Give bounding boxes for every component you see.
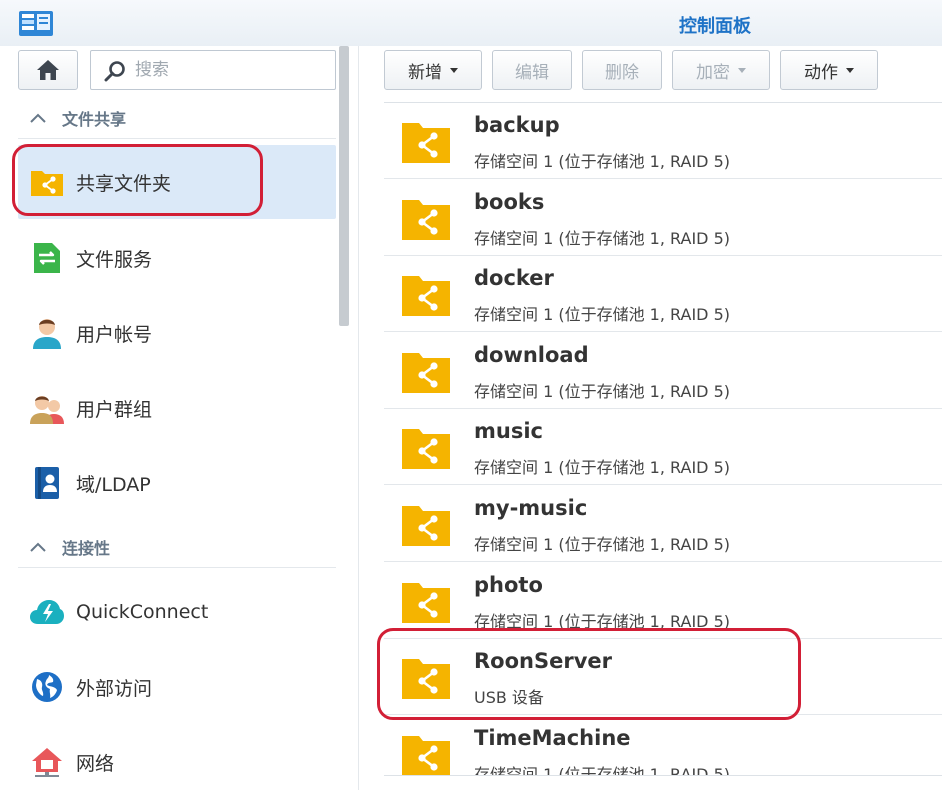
folder-name: backup (474, 113, 560, 137)
chevron-up-icon (30, 113, 46, 123)
folder-row-music[interactable]: music 存储空间 1 (位于存储池 1, RAID 5) (384, 409, 942, 485)
folder-name: books (474, 190, 545, 214)
folder-name: music (474, 419, 543, 443)
folder-name: docker (474, 266, 554, 290)
edit-button-label: 编辑 (515, 62, 549, 83)
folder-name: photo (474, 573, 543, 597)
folder-name: TimeMachine (474, 726, 631, 750)
dropdown-caret-icon (450, 67, 458, 73)
section-file-sharing[interactable]: 文件共享 (18, 98, 336, 138)
sidebar-item-file-services[interactable]: 文件服务 (18, 221, 336, 295)
user-icon (33, 319, 61, 349)
folder-location: 存储空间 1 (位于存储池 1, RAID 5) (474, 152, 730, 171)
folder-name: download (474, 343, 589, 367)
sidebar-item-network[interactable]: 网络 (18, 725, 336, 790)
folder-row-my-music[interactable]: my-music 存储空间 1 (位于存储池 1, RAID 5) (384, 486, 942, 562)
dropdown-caret-icon (738, 67, 746, 73)
shared-folder-icon (402, 429, 450, 469)
encrypt-button-label: 加密 (696, 62, 730, 83)
folder-row-books[interactable]: books 存储空间 1 (位于存储池 1, RAID 5) (384, 180, 942, 256)
search-box[interactable] (90, 50, 336, 90)
create-button-label: 新增 (408, 62, 442, 83)
section-connectivity[interactable]: 连接性 (18, 527, 336, 567)
sidebar-item-label: 网络 (76, 752, 115, 775)
home-icon (37, 60, 59, 80)
globe-icon (32, 672, 62, 702)
delete-button-label: 删除 (605, 62, 639, 83)
divider (18, 138, 336, 139)
section-label: 文件共享 (62, 110, 127, 129)
sidebar: 文件共享 共享文件夹 文件服务 用户帐号 (0, 46, 352, 790)
sidebar-item-label: 用户群组 (76, 398, 153, 421)
delete-button[interactable]: 删除 (582, 50, 662, 90)
search-input[interactable] (135, 56, 325, 84)
folder-location: 存储空间 1 (位于存储池 1, RAID 5) (474, 229, 730, 248)
sidebar-item-quickconnect[interactable]: QuickConnect (18, 575, 336, 649)
sidebar-item-label: 文件服务 (76, 248, 153, 271)
folder-row-timemachine[interactable]: TimeMachine 存储空间 1 (位于存储池 1, RAID 5) (384, 716, 942, 775)
sidebar-item-external-access[interactable]: 外部访问 (18, 650, 336, 724)
edit-button[interactable]: 编辑 (492, 50, 572, 90)
folder-row-roonserver[interactable]: RoonServer USB 设备 (384, 639, 942, 715)
folder-name: RoonServer (474, 649, 612, 673)
shared-folder-icon (31, 171, 63, 196)
control-panel-app-icon (19, 11, 53, 36)
sidebar-item-shared-folder[interactable]: 共享文件夹 (18, 145, 336, 219)
shared-folder-icon (402, 123, 450, 163)
sidebar-item-label: 共享文件夹 (76, 172, 172, 195)
shared-folder-icon (402, 506, 450, 546)
folder-row-backup[interactable]: backup 存储空间 1 (位于存储池 1, RAID 5) (384, 103, 942, 179)
sidebar-item-label: 域/LDAP (76, 473, 151, 496)
file-services-icon (34, 243, 60, 273)
window-title: 控制面板 (679, 16, 751, 37)
search-icon (104, 61, 125, 82)
folder-location: 存储空间 1 (位于存储池 1, RAID 5) (474, 612, 730, 631)
folder-row-photo[interactable]: photo 存储空间 1 (位于存储池 1, RAID 5) (384, 563, 942, 639)
shared-folder-list: backup 存储空间 1 (位于存储池 1, RAID 5) books 存储… (384, 103, 942, 775)
dropdown-caret-icon (846, 67, 854, 73)
divider (18, 567, 336, 568)
quickconnect-icon (30, 600, 64, 624)
shared-folder-icon (402, 353, 450, 393)
group-icon (30, 396, 64, 424)
folder-name: my-music (474, 496, 588, 520)
folder-location: 存储空间 1 (位于存储池 1, RAID 5) (474, 458, 730, 477)
folder-row-docker[interactable]: docker 存储空间 1 (位于存储池 1, RAID 5) (384, 256, 942, 332)
sidebar-item-user[interactable]: 用户帐号 (18, 296, 336, 370)
home-button[interactable] (18, 50, 78, 90)
shared-folder-icon (402, 736, 450, 775)
folder-location: 存储空间 1 (位于存储池 1, RAID 5) (474, 382, 730, 401)
shared-folder-icon (402, 659, 450, 699)
folder-location: 存储空间 1 (位于存储池 1, RAID 5) (474, 305, 730, 324)
folder-row-download[interactable]: download 存储空间 1 (位于存储池 1, RAID 5) (384, 333, 942, 409)
folder-location: USB 设备 (474, 688, 544, 707)
sidebar-item-ldap[interactable]: 域/LDAP (18, 446, 336, 520)
ldap-icon (35, 467, 59, 499)
shared-folder-icon (402, 276, 450, 316)
title-bar: 控制面板 (0, 0, 942, 46)
sidebar-item-label: 用户帐号 (76, 323, 153, 346)
folder-location: 存储空间 1 (位于存储池 1, RAID 5) (474, 535, 730, 554)
create-button[interactable]: 新增 (384, 50, 482, 90)
shared-folder-icon (402, 583, 450, 623)
folder-location: 存储空间 1 (位于存储池 1, RAID 5) (474, 765, 730, 775)
action-button[interactable]: 动作 (780, 50, 878, 90)
list-bottom-border (384, 775, 942, 776)
encrypt-button[interactable]: 加密 (672, 50, 770, 90)
shared-folder-icon (402, 200, 450, 240)
sidebar-item-group[interactable]: 用户群组 (18, 371, 336, 445)
sidebar-item-label: QuickConnect (76, 601, 209, 623)
sidebar-item-label: 外部访问 (76, 677, 153, 700)
action-button-label: 动作 (804, 62, 838, 83)
sidebar-scrollbar-thumb[interactable] (339, 46, 349, 326)
network-icon (32, 748, 62, 777)
section-label: 连接性 (62, 539, 111, 558)
chevron-up-icon (30, 542, 46, 552)
sidebar-separator (358, 46, 359, 790)
